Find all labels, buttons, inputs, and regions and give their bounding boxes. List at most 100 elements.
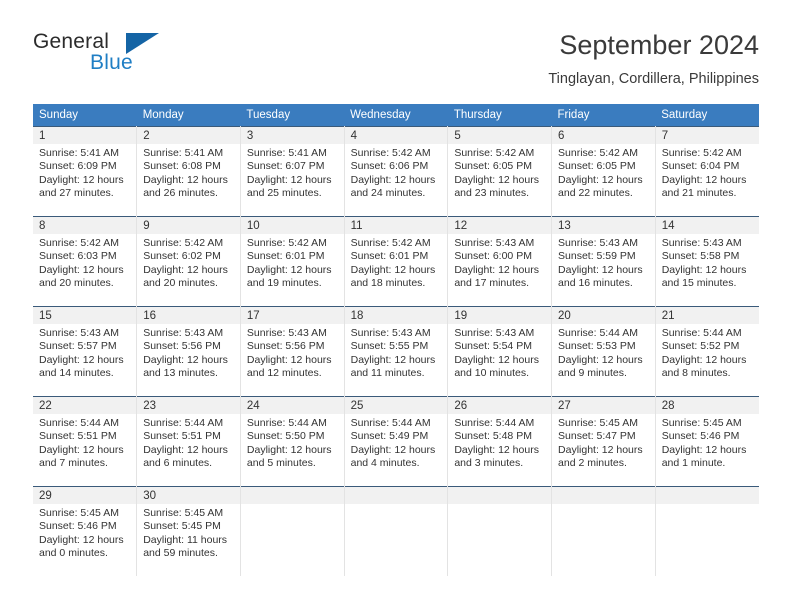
day-cell-inner (552, 487, 655, 576)
calendar-day-cell[interactable]: 21 Sunrise: 5:44 AM Sunset: 5:52 PM Dayligh… (655, 306, 759, 397)
calendar-day-cell[interactable]: 3 Sunrise: 5:41 AM Sunset: 6:07 PM Daylight… (240, 126, 345, 217)
sunset-text: Sunset: 5:49 PM (350, 430, 429, 443)
day-number: 16 (137, 307, 240, 324)
calendar-day-cell[interactable]: 1 Sunrise: 5:41 AM Sunset: 6:09 PM Daylight… (33, 126, 138, 217)
sunrise-text: Sunrise: 5:43 AM (350, 327, 431, 339)
day-details: Sunrise: 5:45 AM Sunset: 5:46 PM Daylight:… (33, 504, 136, 561)
sunset-text: Sunset: 5:54 PM (454, 340, 532, 353)
day-number: 7 (655, 127, 759, 144)
daylight-text-cont: and 6 minutes. (143, 457, 213, 470)
sunrise-text: Sunrise: 5:44 AM (246, 417, 327, 429)
calendar-day-cell[interactable]: 4 Sunrise: 5:42 AM Sunset: 6:06 PM Daylight… (344, 126, 449, 217)
calendar-day-cell[interactable]: 25 Sunrise: 5:44 AM Sunset: 5:49 PM Dayligh… (344, 396, 449, 487)
page-header: General Blue September 2024 Tinglayan, C… (33, 28, 759, 96)
calendar-day-cell[interactable]: 6 Sunrise: 5:42 AM Sunset: 6:05 PM Daylight… (551, 126, 656, 217)
day-details: Sunrise: 5:44 AM Sunset: 5:51 PM Daylight:… (33, 414, 136, 471)
day-cell-inner: 23 Sunrise: 5:44 AM Sunset: 5:51 PM Dayligh… (137, 397, 240, 486)
sunrise-text: Sunrise: 5:41 AM (246, 147, 327, 159)
daylight-text: Daylight: 12 hours (558, 263, 643, 276)
calendar-body: 1 Sunrise: 5:41 AM Sunset: 6:09 PM Daylight… (33, 126, 759, 576)
sunrise-text: Sunrise: 5:42 AM (558, 147, 638, 159)
calendar-day-cell[interactable]: 30 Sunrise: 5:45 AM Sunset: 5:45 PM Dayligh… (136, 486, 241, 576)
day-number: 30 (137, 487, 240, 504)
calendar-day-cell[interactable]: 13 Sunrise: 5:43 AM Sunset: 5:59 PM Dayligh… (551, 216, 656, 307)
sunrise-text: Sunrise: 5:42 AM (143, 237, 224, 249)
calendar-week-row: 22 Sunrise: 5:44 AM Sunset: 5:51 PM Dayligh… (33, 396, 759, 487)
day-cell-inner: 14 Sunrise: 5:43 AM Sunset: 5:58 PM Dayligh… (655, 217, 759, 306)
sunrise-text: Sunrise: 5:44 AM (143, 417, 224, 429)
calendar-day-cell[interactable]: 5 Sunrise: 5:42 AM Sunset: 6:05 PM Daylight… (447, 126, 553, 217)
calendar-day-cell[interactable]: 19 Sunrise: 5:43 AM Sunset: 5:54 PM Dayligh… (447, 306, 553, 397)
sunrise-text: Sunrise: 5:44 AM (454, 417, 535, 429)
calendar-day-cell[interactable]: 24 Sunrise: 5:44 AM Sunset: 5:50 PM Dayligh… (240, 396, 345, 487)
calendar-day-cell[interactable]: 9 Sunrise: 5:42 AM Sunset: 6:02 PM Daylight… (136, 216, 241, 307)
calendar-day-cell[interactable]: 8 Sunrise: 5:42 AM Sunset: 6:03 PM Daylight… (33, 216, 138, 307)
daylight-text: Daylight: 12 hours (246, 263, 332, 276)
daylight-text-cont: and 15 minutes. (661, 277, 737, 290)
day-details: Sunrise: 5:44 AM Sunset: 5:50 PM Daylight:… (241, 414, 344, 471)
day-cell-inner: 27 Sunrise: 5:45 AM Sunset: 5:47 PM Dayligh… (552, 397, 655, 486)
calendar-day-cell[interactable]: 12 Sunrise: 5:43 AM Sunset: 6:00 PM Dayligh… (447, 216, 553, 307)
calendar-day-cell-empty (240, 486, 345, 576)
calendar-day-cell[interactable]: 17 Sunrise: 5:43 AM Sunset: 5:56 PM Dayligh… (240, 306, 345, 397)
calendar-day-cell[interactable]: 15 Sunrise: 5:43 AM Sunset: 5:57 PM Dayligh… (33, 306, 138, 397)
daylight-text: Daylight: 12 hours (246, 353, 332, 366)
day-number: 8 (33, 217, 137, 234)
sunrise-text: Sunrise: 5:43 AM (661, 237, 742, 249)
day-details: Sunrise: 5:44 AM Sunset: 5:53 PM Daylight:… (552, 324, 655, 381)
calendar-day-cell[interactable]: 28 Sunrise: 5:45 AM Sunset: 5:46 PM Dayligh… (655, 396, 759, 487)
day-cell-inner: 2 Sunrise: 5:41 AM Sunset: 6:08 PM Daylight… (137, 127, 240, 216)
daylight-text: Daylight: 12 hours (350, 353, 436, 366)
day-cell-inner (448, 487, 552, 576)
daylight-text-cont: and 8 minutes. (661, 367, 731, 380)
day-details: Sunrise: 5:43 AM Sunset: 5:58 PM Daylight:… (656, 234, 759, 291)
day-details: Sunrise: 5:42 AM Sunset: 6:01 PM Daylight:… (345, 234, 448, 291)
sunset-text: Sunset: 5:50 PM (246, 430, 325, 443)
day-cell-inner (344, 487, 448, 576)
sunrise-text: Sunrise: 5:45 AM (143, 507, 224, 519)
daylight-text: Daylight: 12 hours (39, 173, 124, 186)
calendar-day-cell[interactable]: 18 Sunrise: 5:43 AM Sunset: 5:55 PM Dayligh… (344, 306, 449, 397)
day-cell-inner: 13 Sunrise: 5:43 AM Sunset: 5:59 PM Dayligh… (552, 217, 655, 306)
daylight-text-cont: and 1 minute. (661, 457, 726, 470)
page-title: September 2024 (559, 30, 759, 60)
day-cell-inner: 12 Sunrise: 5:43 AM Sunset: 6:00 PM Dayligh… (448, 217, 552, 306)
calendar-day-cell[interactable]: 7 Sunrise: 5:42 AM Sunset: 6:04 PM Daylight… (655, 126, 759, 217)
calendar-day-cell[interactable]: 16 Sunrise: 5:43 AM Sunset: 5:56 PM Dayligh… (136, 306, 241, 397)
calendar-day-cell[interactable]: 29 Sunrise: 5:45 AM Sunset: 5:46 PM Dayligh… (33, 486, 138, 576)
daylight-text: Daylight: 12 hours (454, 263, 539, 276)
generalblue-logo[interactable]: General Blue (33, 30, 213, 86)
sunrise-text: Sunrise: 5:41 AM (143, 147, 224, 159)
daylight-text-cont: and 13 minutes. (143, 367, 218, 380)
day-details: Sunrise: 5:43 AM Sunset: 6:00 PM Daylight:… (448, 234, 551, 291)
sunrise-text: Sunrise: 5:45 AM (39, 507, 119, 519)
calendar-day-cell[interactable]: 23 Sunrise: 5:44 AM Sunset: 5:51 PM Dayligh… (136, 396, 241, 487)
day-cell-inner: 9 Sunrise: 5:42 AM Sunset: 6:02 PM Daylight… (137, 217, 240, 306)
calendar-week-row: 1 Sunrise: 5:41 AM Sunset: 6:09 PM Daylight… (33, 126, 759, 217)
calendar-day-cell[interactable]: 27 Sunrise: 5:45 AM Sunset: 5:47 PM Dayligh… (551, 396, 656, 487)
day-details: Sunrise: 5:43 AM Sunset: 5:56 PM Daylight:… (137, 324, 240, 381)
calendar-day-cell[interactable]: 2 Sunrise: 5:41 AM Sunset: 6:08 PM Daylight… (136, 126, 241, 217)
calendar-day-cell[interactable]: 20 Sunrise: 5:44 AM Sunset: 5:53 PM Dayligh… (551, 306, 656, 397)
weekday-header-thursday: Thursday (447, 104, 552, 127)
sunrise-text: Sunrise: 5:44 AM (39, 417, 119, 429)
day-cell-inner: 7 Sunrise: 5:42 AM Sunset: 6:04 PM Daylight… (655, 127, 759, 216)
day-details (345, 504, 448, 507)
day-number: 12 (448, 217, 552, 234)
daylight-text: Daylight: 12 hours (661, 263, 747, 276)
daylight-text: Daylight: 12 hours (558, 353, 643, 366)
daylight-text-cont: and 3 minutes. (454, 457, 524, 470)
day-number: 2 (137, 127, 240, 144)
day-number (240, 487, 344, 504)
calendar-day-cell[interactable]: 14 Sunrise: 5:43 AM Sunset: 5:58 PM Dayligh… (655, 216, 759, 307)
calendar-day-cell[interactable]: 26 Sunrise: 5:44 AM Sunset: 5:48 PM Dayligh… (447, 396, 553, 487)
calendar-day-cell[interactable]: 22 Sunrise: 5:44 AM Sunset: 5:51 PM Dayligh… (33, 396, 138, 487)
daylight-text: Daylight: 12 hours (661, 353, 747, 366)
day-cell-inner: 20 Sunrise: 5:44 AM Sunset: 5:53 PM Dayligh… (552, 307, 655, 396)
day-cell-inner: 25 Sunrise: 5:44 AM Sunset: 5:49 PM Dayligh… (344, 397, 448, 486)
day-number: 15 (33, 307, 137, 324)
day-details (656, 504, 759, 507)
calendar-day-cell[interactable]: 10 Sunrise: 5:42 AM Sunset: 6:01 PM Dayligh… (240, 216, 345, 307)
daylight-text: Daylight: 12 hours (143, 173, 228, 186)
calendar-day-cell[interactable]: 11 Sunrise: 5:42 AM Sunset: 6:01 PM Dayligh… (344, 216, 449, 307)
